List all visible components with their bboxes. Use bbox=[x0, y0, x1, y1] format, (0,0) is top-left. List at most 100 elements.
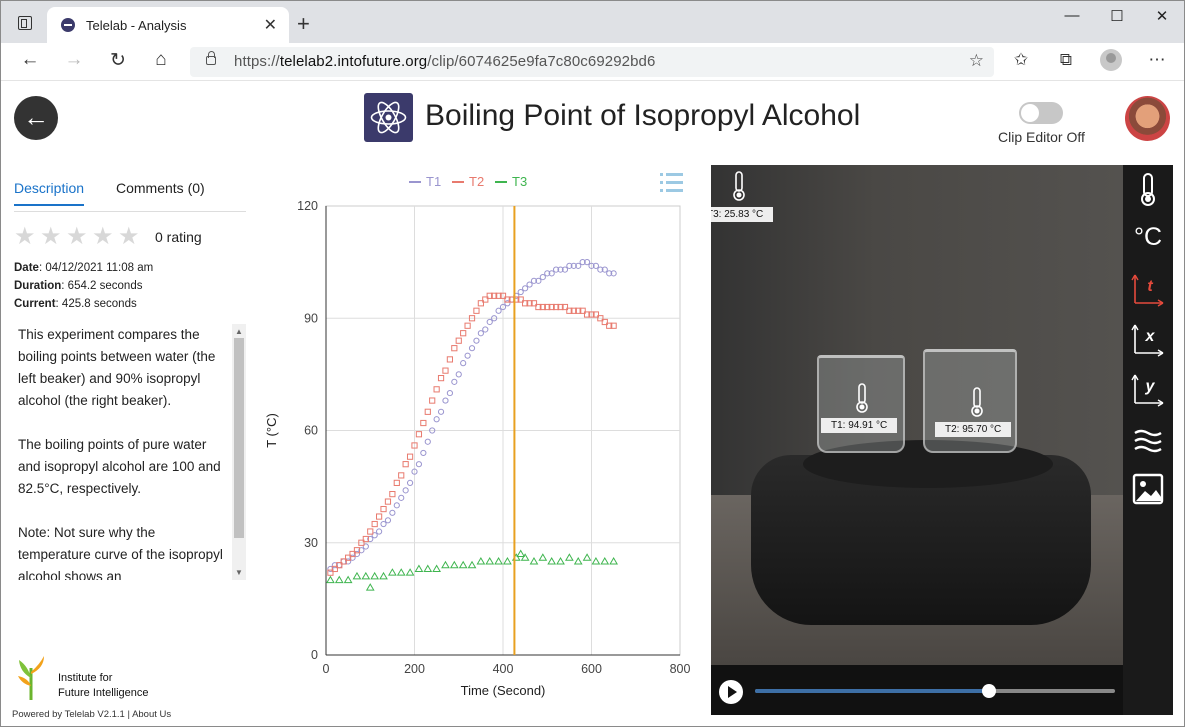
chart-menu-bar bbox=[666, 173, 683, 176]
chart-menu-dot bbox=[660, 181, 663, 184]
y-axis-icon[interactable]: y bbox=[1131, 371, 1165, 407]
y-tick-label: 30 bbox=[304, 536, 318, 550]
refresh-icon[interactable]: ↻ bbox=[104, 49, 132, 72]
time-axis-icon[interactable]: t bbox=[1131, 271, 1165, 307]
description-paragraph: This experiment compares the boiling poi… bbox=[18, 327, 216, 408]
y-symbol: y bbox=[1145, 378, 1156, 395]
description-paragraph: Note: Not sure why the temperature curve… bbox=[18, 525, 223, 580]
t2-thermometer-icon[interactable] bbox=[969, 387, 985, 417]
x-tick-label: 800 bbox=[670, 662, 691, 676]
temperature-chart[interactable]: 0 200 400 600 800 0 30 60 90 120 Time (Second) T (°… bbox=[263, 161, 703, 711]
atom-logo-icon bbox=[364, 93, 413, 142]
tab-favicon-icon bbox=[61, 18, 75, 32]
tab-title: Telelab - Analysis bbox=[86, 18, 187, 33]
description-box[interactable]: This experiment compares the boiling poi… bbox=[14, 324, 246, 580]
minimize-icon[interactable]: — bbox=[1052, 7, 1092, 24]
collections-icon[interactable]: ⧉ bbox=[1053, 50, 1079, 70]
footer-links[interactable]: Powered by Telelab V2.1.1 | About Us bbox=[12, 709, 171, 720]
t1-thermometer-icon[interactable] bbox=[854, 383, 870, 413]
chart-menu-dot bbox=[660, 173, 663, 176]
institute-logo-icon bbox=[18, 656, 44, 700]
x-tick-label: 200 bbox=[404, 662, 425, 676]
celsius-icon[interactable]: °C bbox=[1131, 223, 1165, 259]
tab-description[interactable]: Description bbox=[14, 180, 85, 206]
navigation-bar: ← → ↻ ⌂ https://telelab2.intofuture.org/… bbox=[1, 43, 1184, 81]
current-line: Current: 425.8 seconds bbox=[14, 298, 137, 310]
image-icon[interactable] bbox=[1131, 471, 1165, 507]
t2-label: T2: 95.70 °C bbox=[935, 422, 1012, 437]
address-bar[interactable]: https://telelab2.intofuture.org/clip/607… bbox=[190, 47, 994, 77]
back-arrow-icon[interactable]: ← bbox=[16, 49, 44, 71]
legend-label-T1: T1 bbox=[426, 174, 441, 189]
t1-label: T1: 94.91 °C bbox=[821, 418, 898, 433]
star-icon[interactable]: ★ bbox=[40, 225, 62, 249]
info-tabs: Description Comments (0) bbox=[14, 180, 246, 212]
duration-line: Duration: 654.2 seconds bbox=[14, 280, 143, 292]
page-title: Boiling Point of Isopropyl Alcohol bbox=[425, 99, 861, 132]
tab-close-icon[interactable]: ✕ bbox=[264, 15, 277, 35]
x-symbol: x bbox=[1145, 328, 1156, 345]
home-icon[interactable]: ⌂ bbox=[147, 49, 175, 71]
t3-label: T3: 25.83 °C bbox=[711, 207, 774, 222]
x-tick-label: 0 bbox=[323, 662, 330, 676]
x-tick-label: 600 bbox=[581, 662, 602, 676]
thermometer-icon[interactable] bbox=[1131, 171, 1165, 207]
chart-menu-icon[interactable] bbox=[660, 173, 683, 192]
rating-stars[interactable]: ★ ★ ★ ★ ★ bbox=[14, 225, 144, 249]
side-toolbar: °C t x y bbox=[1123, 165, 1173, 715]
heat-waves-icon[interactable] bbox=[1131, 423, 1165, 459]
user-avatar[interactable] bbox=[1125, 96, 1170, 141]
profile-icon[interactable] bbox=[1100, 49, 1122, 71]
info-panel: Description Comments (0) ★ ★ ★ ★ ★ 0 rating … bbox=[1, 154, 263, 726]
lock-icon[interactable] bbox=[206, 51, 216, 65]
video-player[interactable]: T3: 25.83 °C T1: 94.91 °C T2: 95.70 °C bbox=[711, 165, 1123, 715]
browser-tab[interactable]: Telelab - Analysis ✕ bbox=[47, 7, 289, 43]
new-tab-icon[interactable]: + bbox=[297, 11, 310, 37]
legend-label-T2: T2 bbox=[469, 174, 484, 189]
star-icon[interactable]: ★ bbox=[118, 225, 140, 249]
add-favorite-icon[interactable]: ☆ bbox=[969, 51, 984, 71]
favorites-icon[interactable]: ✩ bbox=[1008, 50, 1034, 70]
maximize-icon[interactable]: ☐ bbox=[1097, 7, 1137, 25]
scroll-down-icon[interactable]: ▼ bbox=[235, 568, 243, 577]
clip-editor-toggle[interactable] bbox=[1019, 102, 1063, 124]
chart-menu-bar bbox=[666, 181, 683, 184]
app-header: ← Boiling Point of Isopropyl Alcohol Cli… bbox=[1, 82, 1184, 154]
scroll-up-icon[interactable]: ▲ bbox=[235, 327, 243, 336]
progress-knob[interactable] bbox=[982, 684, 996, 698]
chart-svg[interactable]: 0 200 400 600 800 0 30 60 90 120 Time (Second) T (°… bbox=[263, 161, 703, 711]
url-text[interactable]: https://telelab2.intofuture.org/clip/607… bbox=[234, 53, 655, 70]
close-window-icon[interactable]: ✕ bbox=[1142, 7, 1182, 25]
video-controls bbox=[711, 665, 1123, 715]
legend-label-T3: T3 bbox=[512, 174, 527, 189]
forward-arrow-icon[interactable]: → bbox=[60, 49, 88, 71]
description-text: This experiment compares the boiling poi… bbox=[18, 324, 230, 580]
chart-menu-dot bbox=[660, 189, 663, 192]
y-tick-label: 60 bbox=[304, 424, 318, 438]
clip-editor-label: Clip Editor Off bbox=[998, 129, 1085, 145]
more-menu-icon[interactable]: ⋯ bbox=[1144, 50, 1170, 70]
x-tick-label: 400 bbox=[493, 662, 514, 676]
star-icon[interactable]: ★ bbox=[14, 225, 36, 249]
title-bar: Telelab - Analysis ✕ + — ☐ ✕ bbox=[1, 1, 1184, 43]
window-menu-icon[interactable] bbox=[18, 16, 32, 30]
description-paragraph: The boiling points of pure water and iso… bbox=[18, 437, 221, 496]
institute-name: Institute for Future Intelligence bbox=[58, 672, 149, 699]
x-axis-icon[interactable]: x bbox=[1131, 321, 1165, 357]
progress-fill bbox=[755, 689, 989, 693]
y-axis-label: T (°C) bbox=[264, 413, 279, 448]
date-line: Date: 04/12/2021 11:08 am bbox=[14, 262, 154, 274]
y-tick-label: 120 bbox=[297, 199, 318, 213]
time-symbol: t bbox=[1147, 278, 1153, 295]
description-scrollbar[interactable]: ▲ ▼ bbox=[232, 324, 246, 580]
scroll-thumb[interactable] bbox=[234, 338, 244, 538]
play-button[interactable] bbox=[719, 680, 743, 704]
t3-thermometer-icon[interactable] bbox=[731, 171, 747, 201]
chart-menu-bar bbox=[666, 189, 683, 192]
star-icon[interactable]: ★ bbox=[92, 225, 114, 249]
video-progress-bar[interactable] bbox=[755, 684, 1115, 698]
y-tick-label: 90 bbox=[304, 311, 318, 325]
back-button[interactable]: ← bbox=[14, 96, 58, 140]
tab-comments[interactable]: Comments (0) bbox=[116, 180, 205, 204]
star-icon[interactable]: ★ bbox=[66, 225, 88, 249]
